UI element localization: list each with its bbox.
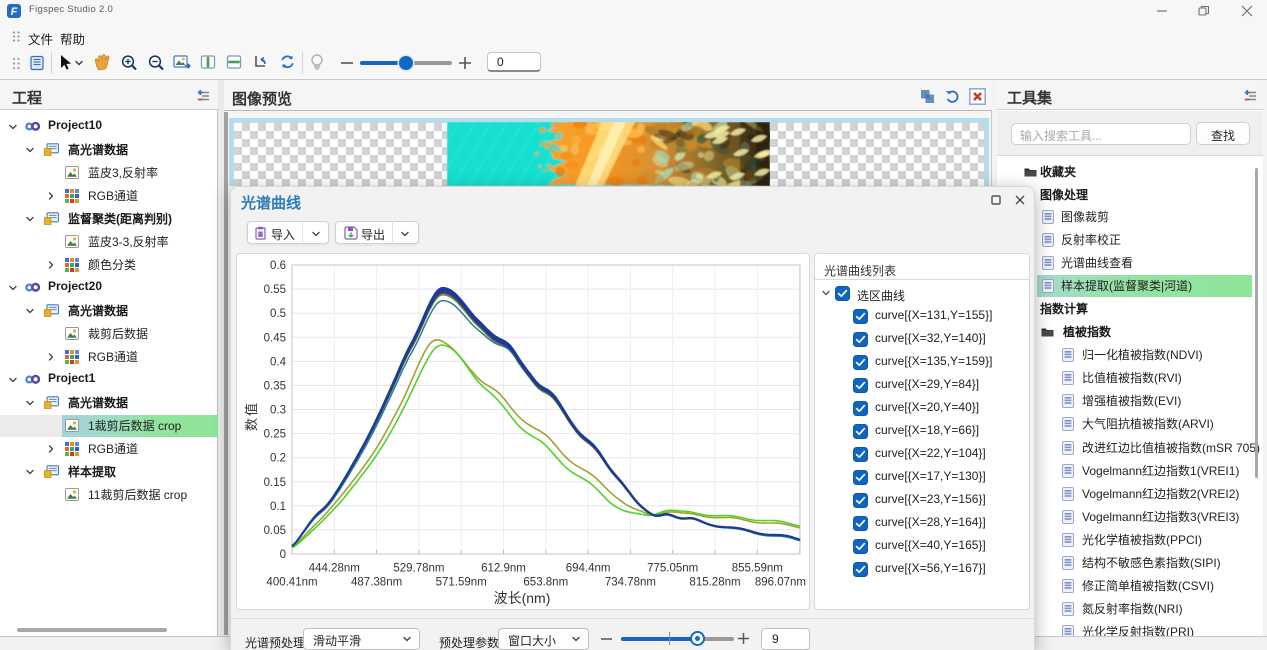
svg-text:400.41nm: 400.41nm xyxy=(266,577,317,589)
svg-text:529.78nm: 529.78nm xyxy=(393,563,444,575)
svg-text:896.07nm: 896.07nm xyxy=(755,577,806,589)
svg-text:487.38nm: 487.38nm xyxy=(351,577,402,589)
svg-text:775.05nm: 775.05nm xyxy=(647,563,698,575)
svg-text:571.59nm: 571.59nm xyxy=(436,577,487,589)
svg-text:0.55: 0.55 xyxy=(264,284,286,296)
svg-text:0.45: 0.45 xyxy=(264,332,286,344)
svg-text:0: 0 xyxy=(280,549,286,561)
svg-text:0.05: 0.05 xyxy=(264,525,286,537)
svg-text:444.28nm: 444.28nm xyxy=(309,563,360,575)
svg-text:0.2: 0.2 xyxy=(270,453,286,465)
svg-text:数值: 数值 xyxy=(244,401,259,431)
svg-text:0.3: 0.3 xyxy=(270,405,286,417)
svg-text:815.28nm: 815.28nm xyxy=(689,577,740,589)
svg-text:653.8nm: 653.8nm xyxy=(523,577,568,589)
svg-text:694.4nm: 694.4nm xyxy=(566,563,611,575)
svg-text:0.35: 0.35 xyxy=(264,380,286,392)
svg-text:0.5: 0.5 xyxy=(270,308,286,320)
svg-text:0.15: 0.15 xyxy=(264,477,286,489)
svg-text:734.78nm: 734.78nm xyxy=(605,577,656,589)
svg-text:波长(nm): 波长(nm) xyxy=(494,590,551,606)
svg-text:855.59nm: 855.59nm xyxy=(732,563,783,575)
svg-text:0.6: 0.6 xyxy=(270,260,286,272)
svg-text:0.4: 0.4 xyxy=(270,356,287,368)
svg-text:612.9nm: 612.9nm xyxy=(481,563,526,575)
svg-text:0.1: 0.1 xyxy=(270,501,286,513)
svg-text:0.25: 0.25 xyxy=(264,429,286,441)
